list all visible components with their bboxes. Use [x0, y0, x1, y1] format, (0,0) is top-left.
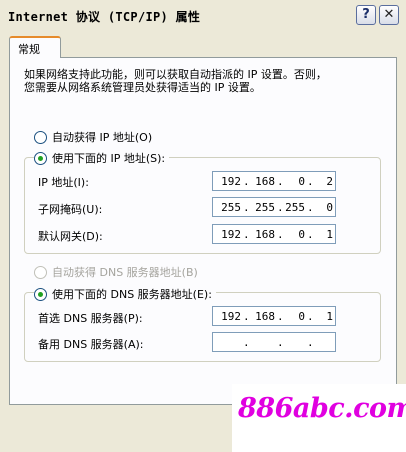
intro-text: 如果网络支持此功能，则可以获取自动指派的 IP 设置。否则， 您需要从网络系统管… — [24, 68, 374, 94]
auto-dns-radio: 自动获得 DNS 服务器地址(B) — [34, 264, 202, 280]
default-gateway-label: 默认网关(D): — [38, 230, 103, 243]
subnet-mask-octet-3: 255 — [285, 201, 305, 214]
manual-ip-radio[interactable]: 使用下面的 IP 地址(S): — [34, 150, 170, 166]
tab-general[interactable]: 常规 — [9, 36, 61, 58]
intro-line-1: 如果网络支持此功能，则可以获取自动指派的 IP 设置。否则， — [24, 68, 327, 81]
preferred-dns-field[interactable]: 192. 168. 0. 1 — [212, 306, 336, 326]
radio-disabled-icon — [34, 265, 47, 279]
gateway-octet-2: 168 — [255, 228, 275, 241]
close-icon: ✕ — [383, 7, 395, 22]
gateway-octet-3: 0 — [298, 228, 305, 241]
radio-unchecked-icon — [34, 130, 47, 144]
ip-address-label: IP 地址(I): — [38, 176, 89, 189]
watermark: 886abc.com — [232, 384, 406, 452]
default-gateway-field[interactable]: 192. 168. 0. 1 — [212, 224, 336, 244]
preferred-dns-octet-4: 1 — [326, 310, 333, 323]
subnet-mask-octet-1: 255 — [221, 201, 241, 214]
preferred-dns-octet-2: 168 — [255, 310, 275, 323]
preferred-dns-octet-3: 0 — [298, 310, 305, 323]
manual-dns-label: 使用下面的 DNS 服务器地址(E): — [52, 288, 212, 301]
auto-dns-label: 自动获得 DNS 服务器地址(B) — [52, 266, 198, 279]
help-button[interactable]: ? — [356, 5, 376, 25]
window-title: Internet 协议 (TCP/IP) 属性 — [8, 10, 201, 24]
subnet-mask-octet-2: 255 — [255, 201, 275, 214]
ip-address-octet-1: 192 — [221, 175, 241, 188]
ip-address-octet-3: 0 — [298, 175, 305, 188]
ip-address-octet-2: 168 — [255, 175, 275, 188]
ip-address-octet-4: 2 — [326, 175, 333, 188]
alternate-dns-label: 备用 DNS 服务器(A): — [38, 338, 144, 351]
tab-general-label: 常规 — [18, 43, 40, 56]
watermark-text: 886abc.com — [238, 393, 406, 424]
close-button[interactable]: ✕ — [379, 5, 399, 25]
radio-checked-icon — [34, 151, 47, 165]
subnet-mask-field[interactable]: 255. 255. 255. 0 — [212, 197, 336, 217]
intro-line-2: 您需要从网络系统管理员处获得适当的 IP 设置。 — [24, 81, 261, 94]
title-bar: Internet 协议 (TCP/IP) 属性 ? ✕ — [0, 0, 406, 31]
preferred-dns-octet-1: 192 — [221, 310, 241, 323]
gateway-octet-1: 192 — [221, 228, 241, 241]
manual-ip-label: 使用下面的 IP 地址(S): — [52, 152, 166, 165]
gateway-octet-4: 1 — [326, 228, 333, 241]
ip-address-field[interactable]: 192. 168. 0. 2 — [212, 171, 336, 191]
manual-dns-radio[interactable]: 使用下面的 DNS 服务器地址(E): — [34, 286, 216, 302]
auto-ip-label: 自动获得 IP 地址(O) — [52, 131, 153, 144]
subnet-mask-label: 子网掩码(U): — [38, 203, 103, 216]
subnet-mask-octet-4: 0 — [326, 201, 333, 214]
preferred-dns-label: 首选 DNS 服务器(P): — [38, 312, 143, 325]
alternate-dns-field[interactable]: . . . — [212, 332, 336, 352]
radio-checked-icon — [34, 287, 47, 301]
question-icon: ? — [362, 7, 370, 22]
auto-ip-radio[interactable]: 自动获得 IP 地址(O) — [34, 129, 157, 145]
